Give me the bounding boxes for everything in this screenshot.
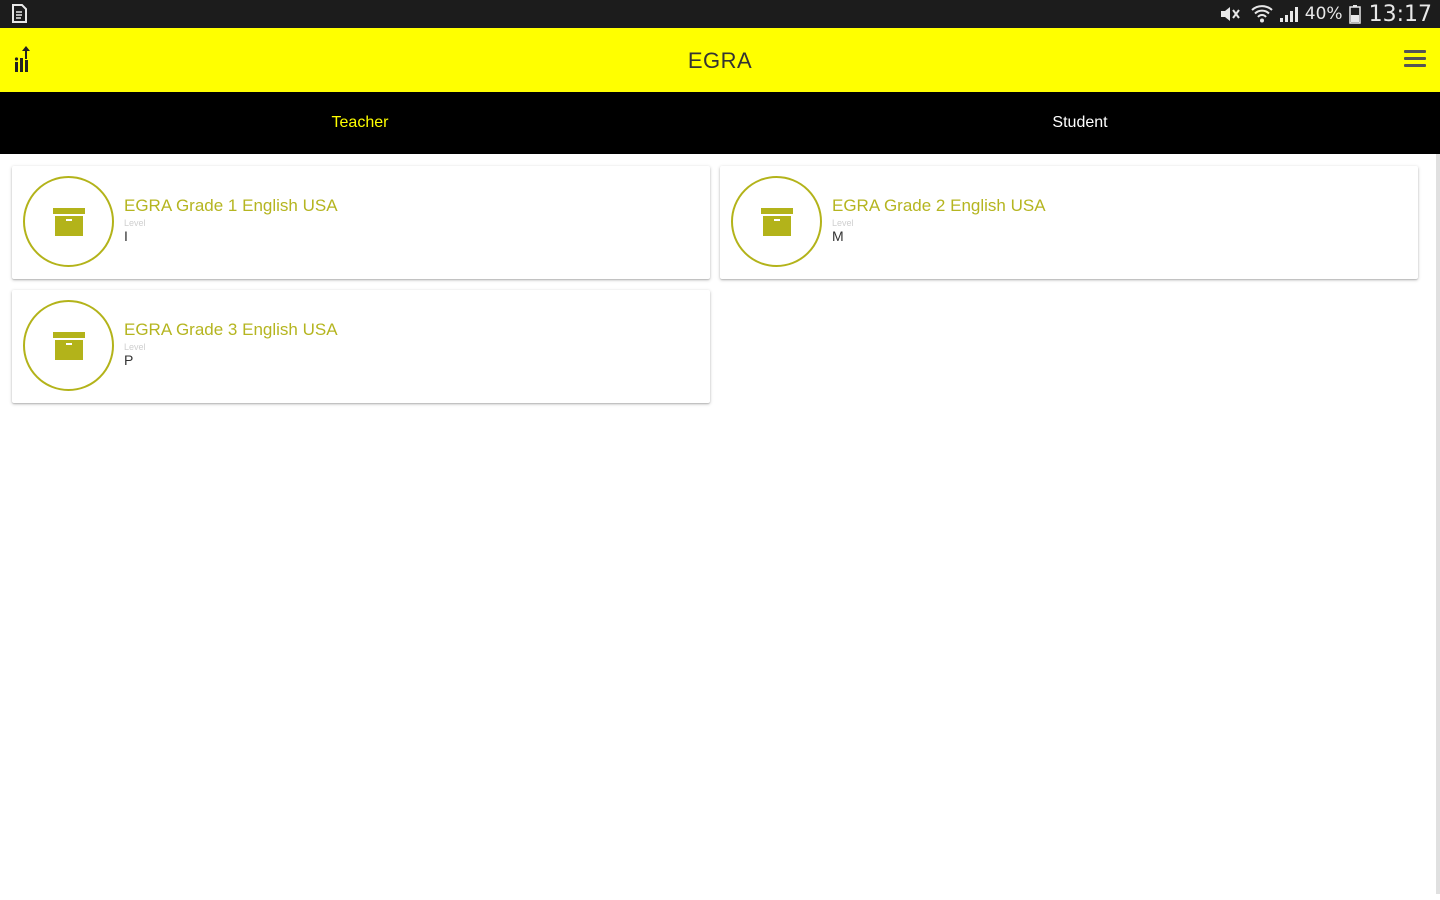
document-icon [12,4,27,23]
assessment-card-grade-2[interactable]: EGRA Grade 2 English USA Level M [720,166,1418,279]
tab-student[interactable]: Student [720,92,1440,154]
clock: 13:17 [1368,1,1432,27]
battery-icon [1348,5,1361,24]
assessment-title: EGRA Grade 3 English USA [124,320,338,339]
assessment-title: EGRA Grade 1 English USA [124,196,338,215]
hamburger-menu-icon[interactable] [1404,50,1426,70]
assessment-icon-circle [23,176,114,267]
mute-icon [1220,7,1240,21]
app-bar: EGRA [0,28,1440,92]
archive-box-icon [53,208,85,236]
page-title: EGRA [687,48,753,73]
level-value: I [124,228,128,244]
battery-percent: 40% [1304,4,1343,24]
tab-teacher[interactable]: Teacher [0,92,720,154]
level-label: Level [124,342,146,352]
wifi-icon [1251,5,1273,23]
status-bar: 40% 13:17 [0,0,1440,28]
level-value: M [832,228,844,244]
assessment-card-grade-1[interactable]: EGRA Grade 1 English USA Level I [12,166,710,279]
assessment-icon-circle [731,176,822,267]
assessment-title: EGRA Grade 2 English USA [832,196,1046,215]
level-label: Level [832,218,854,228]
scrollbar[interactable] [1436,154,1440,894]
archive-box-icon [53,332,85,360]
level-label: Level [124,218,146,228]
level-value: P [124,352,134,368]
assessment-card-grade-3[interactable]: EGRA Grade 3 English USA Level P [12,290,710,403]
assessment-icon-circle [23,300,114,391]
tab-bar: Teacher Student [0,92,1440,154]
signal-icon [1279,7,1298,22]
archive-box-icon [761,208,793,236]
status-icons: 40% 13:17 [1219,0,1432,28]
